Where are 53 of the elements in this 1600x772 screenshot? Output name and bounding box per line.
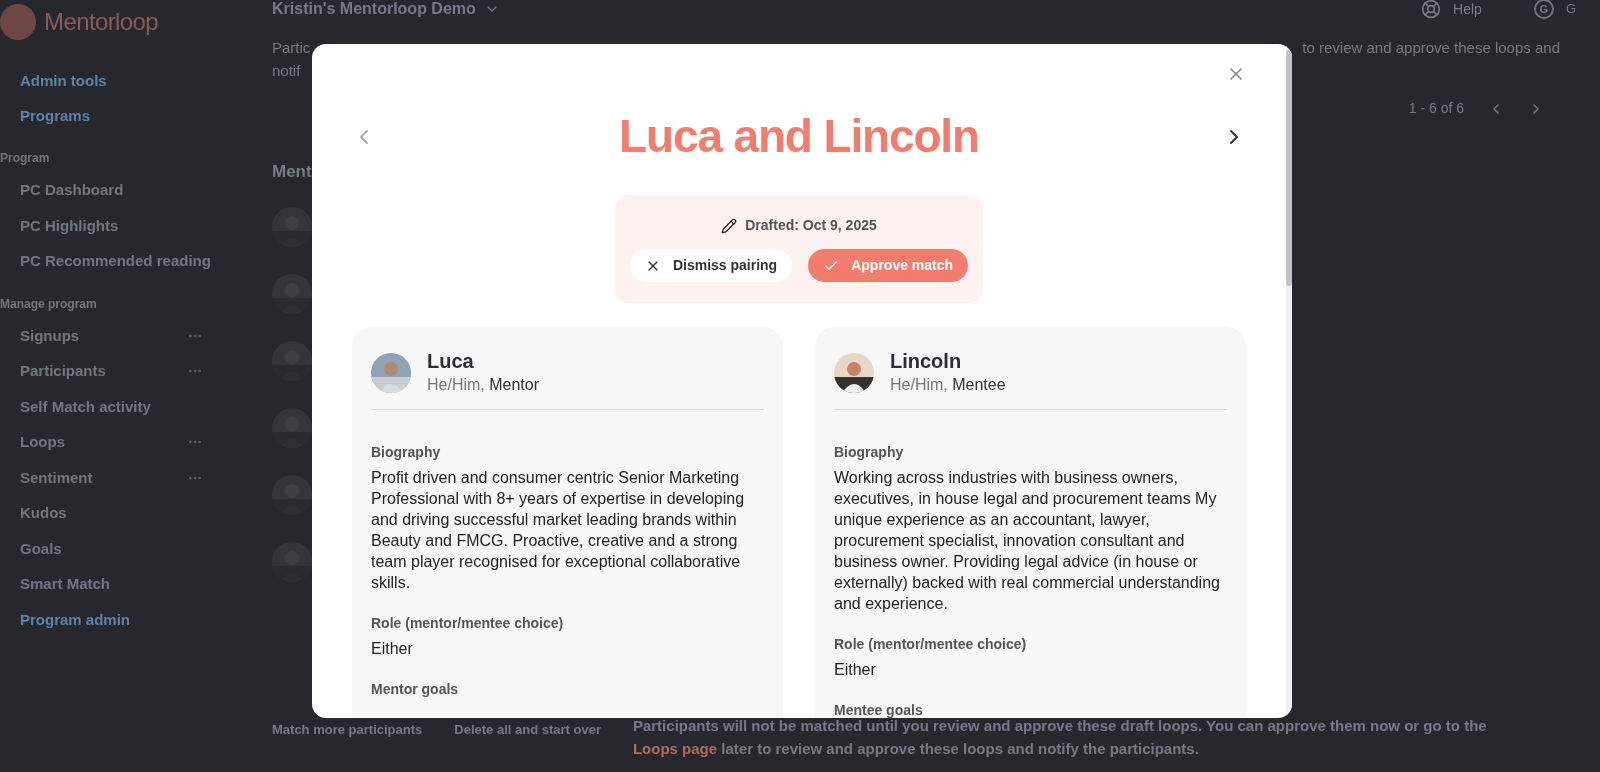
nav-item[interactable]: Goals xyxy=(0,537,255,560)
help-link[interactable]: Help xyxy=(1453,0,1482,20)
intro-text: to review and approve these loops and xyxy=(1302,38,1560,58)
intro-text: notif xyxy=(272,61,302,81)
field-value: Working across industries with business owners, executives, in house legal and procurement teams My unique experience as an accountant, lawyer, procurement specialist, innovation consultant and business owner. Providing legal advice (in house or externally) backed with real commercial understanding and experience. xyxy=(834,468,1221,614)
nav-item[interactable]: PC Dashboard xyxy=(0,179,255,202)
field-label: Mentor goals xyxy=(371,680,460,699)
user-name[interactable]: G xyxy=(1565,0,1576,19)
footer-button[interactable]: Delete all and start over xyxy=(454,714,601,740)
field-label: Biography xyxy=(834,443,905,462)
field-label: Role (mentor/mentee choice) xyxy=(834,635,1028,654)
nav-item[interactable]: Admin tools xyxy=(0,70,255,93)
logo-text: Mentorloop xyxy=(44,7,159,37)
modal-title: Luca and Lincoln xyxy=(619,109,979,164)
drafted-date: Drafted: Oct 9, 2025 xyxy=(745,216,877,235)
field-value: Profit driven and consumer centric Senior Marketing Professional with 8+ years of expertise in developing and driving successful market leading brands within Beauty and FMCG. Proactive, creative and a strong team player recognised for exceptional collaborative skills. xyxy=(371,468,746,593)
field-value: Either xyxy=(834,660,877,680)
nav-item[interactable]: Smart Match xyxy=(0,573,255,596)
section-title: Program xyxy=(0,150,51,167)
loops-page-link[interactable]: Loops page xyxy=(632,740,718,757)
person-name: Lincoln xyxy=(890,349,963,373)
nav-item[interactable]: Self Match activity xyxy=(0,395,255,418)
footer-text: Participants will not be matched until you review and approve these draft loops. You can approve them now or go to the Loops page later to review and approve these loops and notify the participants. xyxy=(632,717,1488,759)
nav-item[interactable]: Sentiment xyxy=(0,466,255,489)
person-role: Mentee xyxy=(952,376,1006,393)
section-title: Manage program xyxy=(0,295,98,313)
pronouns: He/Him, xyxy=(890,376,948,393)
field-label: Mentee goals xyxy=(834,701,924,718)
nav-item[interactable]: Signups xyxy=(0,324,255,347)
field-value: Either xyxy=(371,639,414,659)
help-icon[interactable] xyxy=(1421,0,1442,19)
section-heading: Ment xyxy=(272,161,313,183)
person-role: Mentor xyxy=(489,376,540,393)
page-title[interactable]: Kristin's Mentorloop Demo xyxy=(272,0,476,21)
dismiss-button[interactable]: Dismiss pairing xyxy=(629,249,793,282)
pronouns: He/Him, xyxy=(427,376,485,393)
field-label: Role (mentor/mentee choice) xyxy=(371,614,565,633)
person-name: Luca xyxy=(427,349,475,373)
footer-button[interactable]: Match more participants xyxy=(272,714,423,740)
nav-item[interactable]: Loops xyxy=(0,431,255,454)
pencil-icon xyxy=(721,217,738,234)
approve-button[interactable]: Approve match xyxy=(808,249,969,282)
intro-text: Partic xyxy=(272,38,311,58)
logo-icon xyxy=(0,4,36,40)
field-label: Biography xyxy=(371,443,442,462)
nav-item[interactable]: PC Highlights xyxy=(0,214,255,237)
nav-item[interactable]: Programs xyxy=(0,104,255,127)
nav-item[interactable]: Program admin xyxy=(0,608,255,631)
nav-item[interactable]: PC Recommended reading xyxy=(0,250,255,273)
nav-item[interactable]: Participants xyxy=(0,360,255,383)
nav-item[interactable]: Kudos xyxy=(0,502,255,525)
pagination-text: 1 - 6 of 6 xyxy=(1408,99,1464,118)
user-avatar[interactable]: G xyxy=(1533,0,1554,19)
